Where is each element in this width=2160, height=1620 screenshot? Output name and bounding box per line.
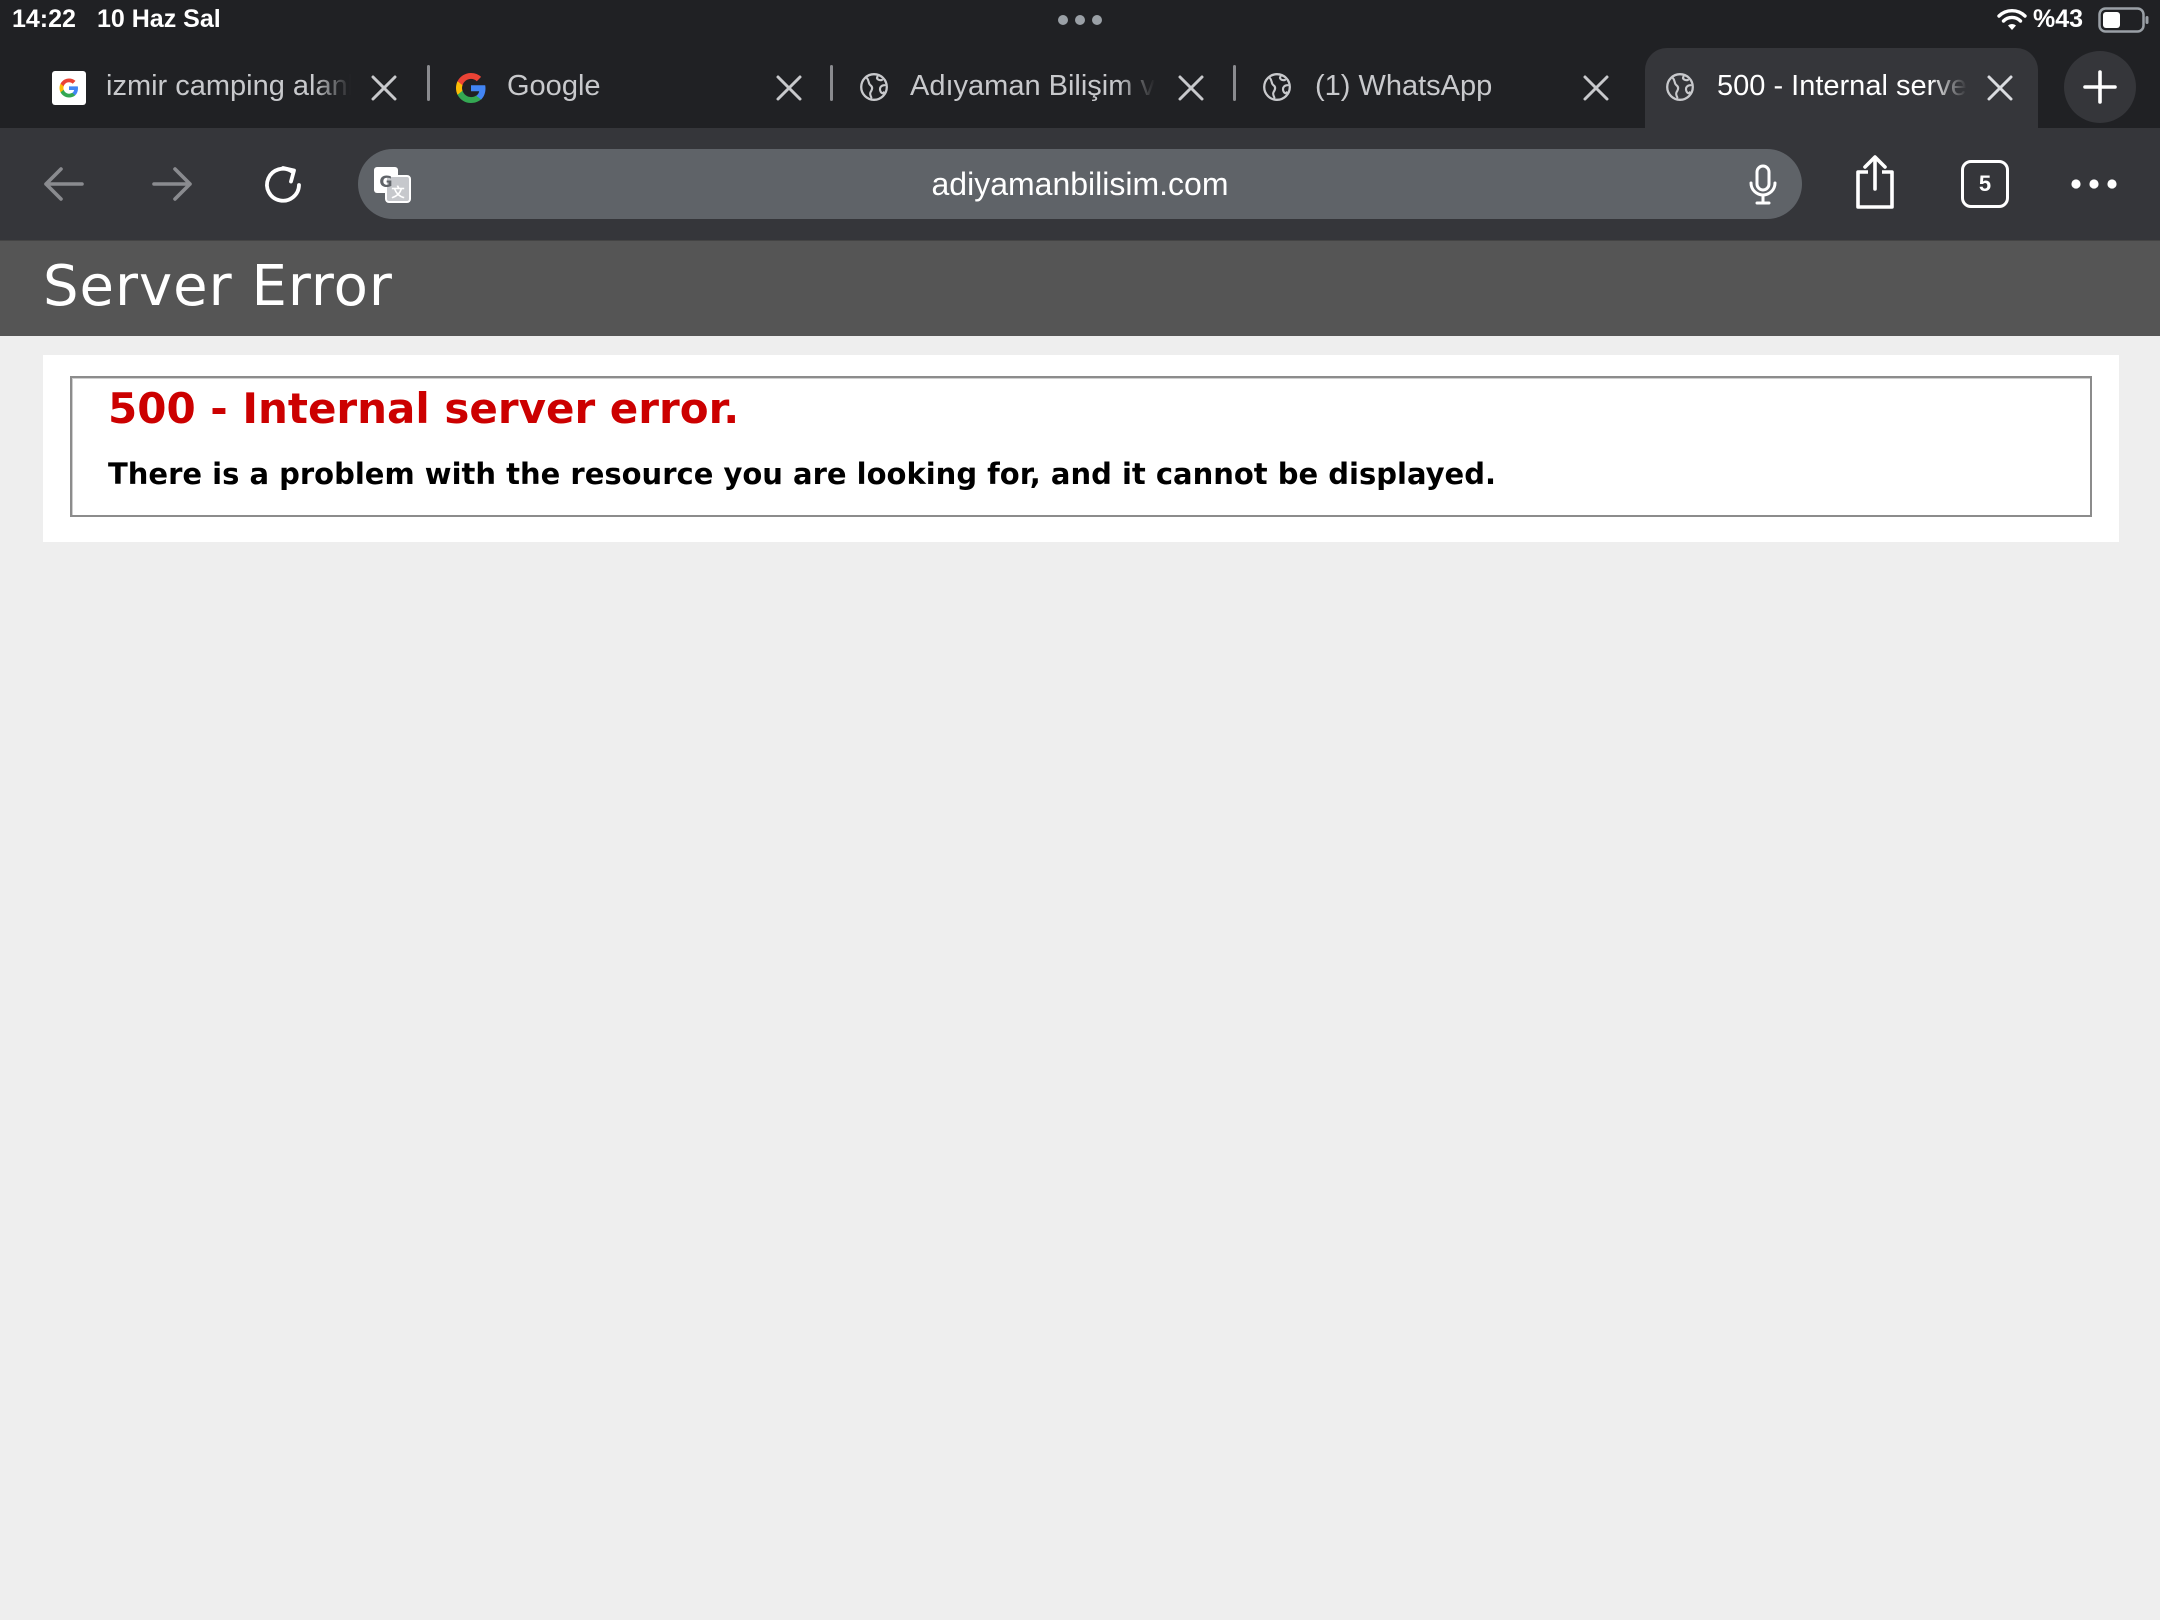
error-box: 500 - Internal server error. There is a … [70,376,2092,517]
tab-strip: izmir camping alanları Google Adıyaman B… [0,42,2160,128]
address-bar[interactable]: G 文 adiyamanbilisim.com [358,149,1802,219]
browser-toolbar: G 文 adiyamanbilisim.com 5 [0,128,2160,240]
forward-arrow-icon[interactable] [149,160,197,208]
globe-icon [1666,73,1694,101]
tab-adiyaman-bilisim[interactable]: Adıyaman Bilişim ve [835,48,1220,128]
share-icon[interactable] [1851,154,1899,210]
close-icon[interactable] [1177,74,1205,102]
page-title: Server Error [43,254,393,319]
tab-title: 500 - Internal server error. [1717,70,1967,102]
close-icon[interactable] [370,74,398,102]
globe-icon [1263,73,1291,101]
more-options-icon[interactable] [2070,178,2118,190]
tab-google[interactable]: Google [432,48,817,128]
multitasking-dots-icon[interactable] [1058,15,1102,25]
plus-icon [2083,70,2117,104]
tab-internal-server-error[interactable]: 500 - Internal server error. [1645,48,2038,128]
tab-title: (1) WhatsApp [1315,70,1493,102]
error-message: There is a problem with the resource you… [108,457,1496,491]
close-icon[interactable] [775,74,803,102]
wifi-icon [1997,9,2027,30]
tab-separator [830,65,833,101]
battery-percentage: %43 [2033,5,2084,33]
microphone-icon[interactable] [1746,164,1780,206]
back-arrow-icon[interactable] [39,160,87,208]
google-g-icon [456,73,486,103]
page-header: Server Error [0,240,2160,336]
globe-icon [860,73,888,101]
url-text[interactable]: adiyamanbilisim.com [358,149,1802,219]
new-tab-button[interactable] [2064,51,2136,123]
status-date: 10 Haz Sal [97,5,221,33]
tab-title: Google [507,70,601,102]
tab-switcher-button[interactable]: 5 [1961,160,2009,208]
error-heading: 500 - Internal server error. [108,384,740,433]
tab-separator [427,65,430,101]
close-icon[interactable] [1986,74,2014,102]
web-page: Server Error 500 - Internal server error… [0,240,2160,1620]
close-icon[interactable] [1582,74,1610,102]
status-bar: 14:22 10 Haz Sal %43 [0,0,2160,42]
status-time: 14:22 [12,5,76,33]
reload-icon[interactable] [259,159,307,209]
tab-title: izmir camping alanları [106,70,351,102]
tab-title: Adıyaman Bilişim ve [910,70,1155,102]
tab-separator [1233,65,1236,101]
tab-izmir-camping[interactable]: izmir camping alanları [30,48,415,128]
content-panel: 500 - Internal server error. There is a … [43,355,2119,542]
tab-whatsapp[interactable]: (1) WhatsApp [1238,48,1623,128]
battery-icon [2098,7,2149,33]
google-g-icon [52,71,86,105]
